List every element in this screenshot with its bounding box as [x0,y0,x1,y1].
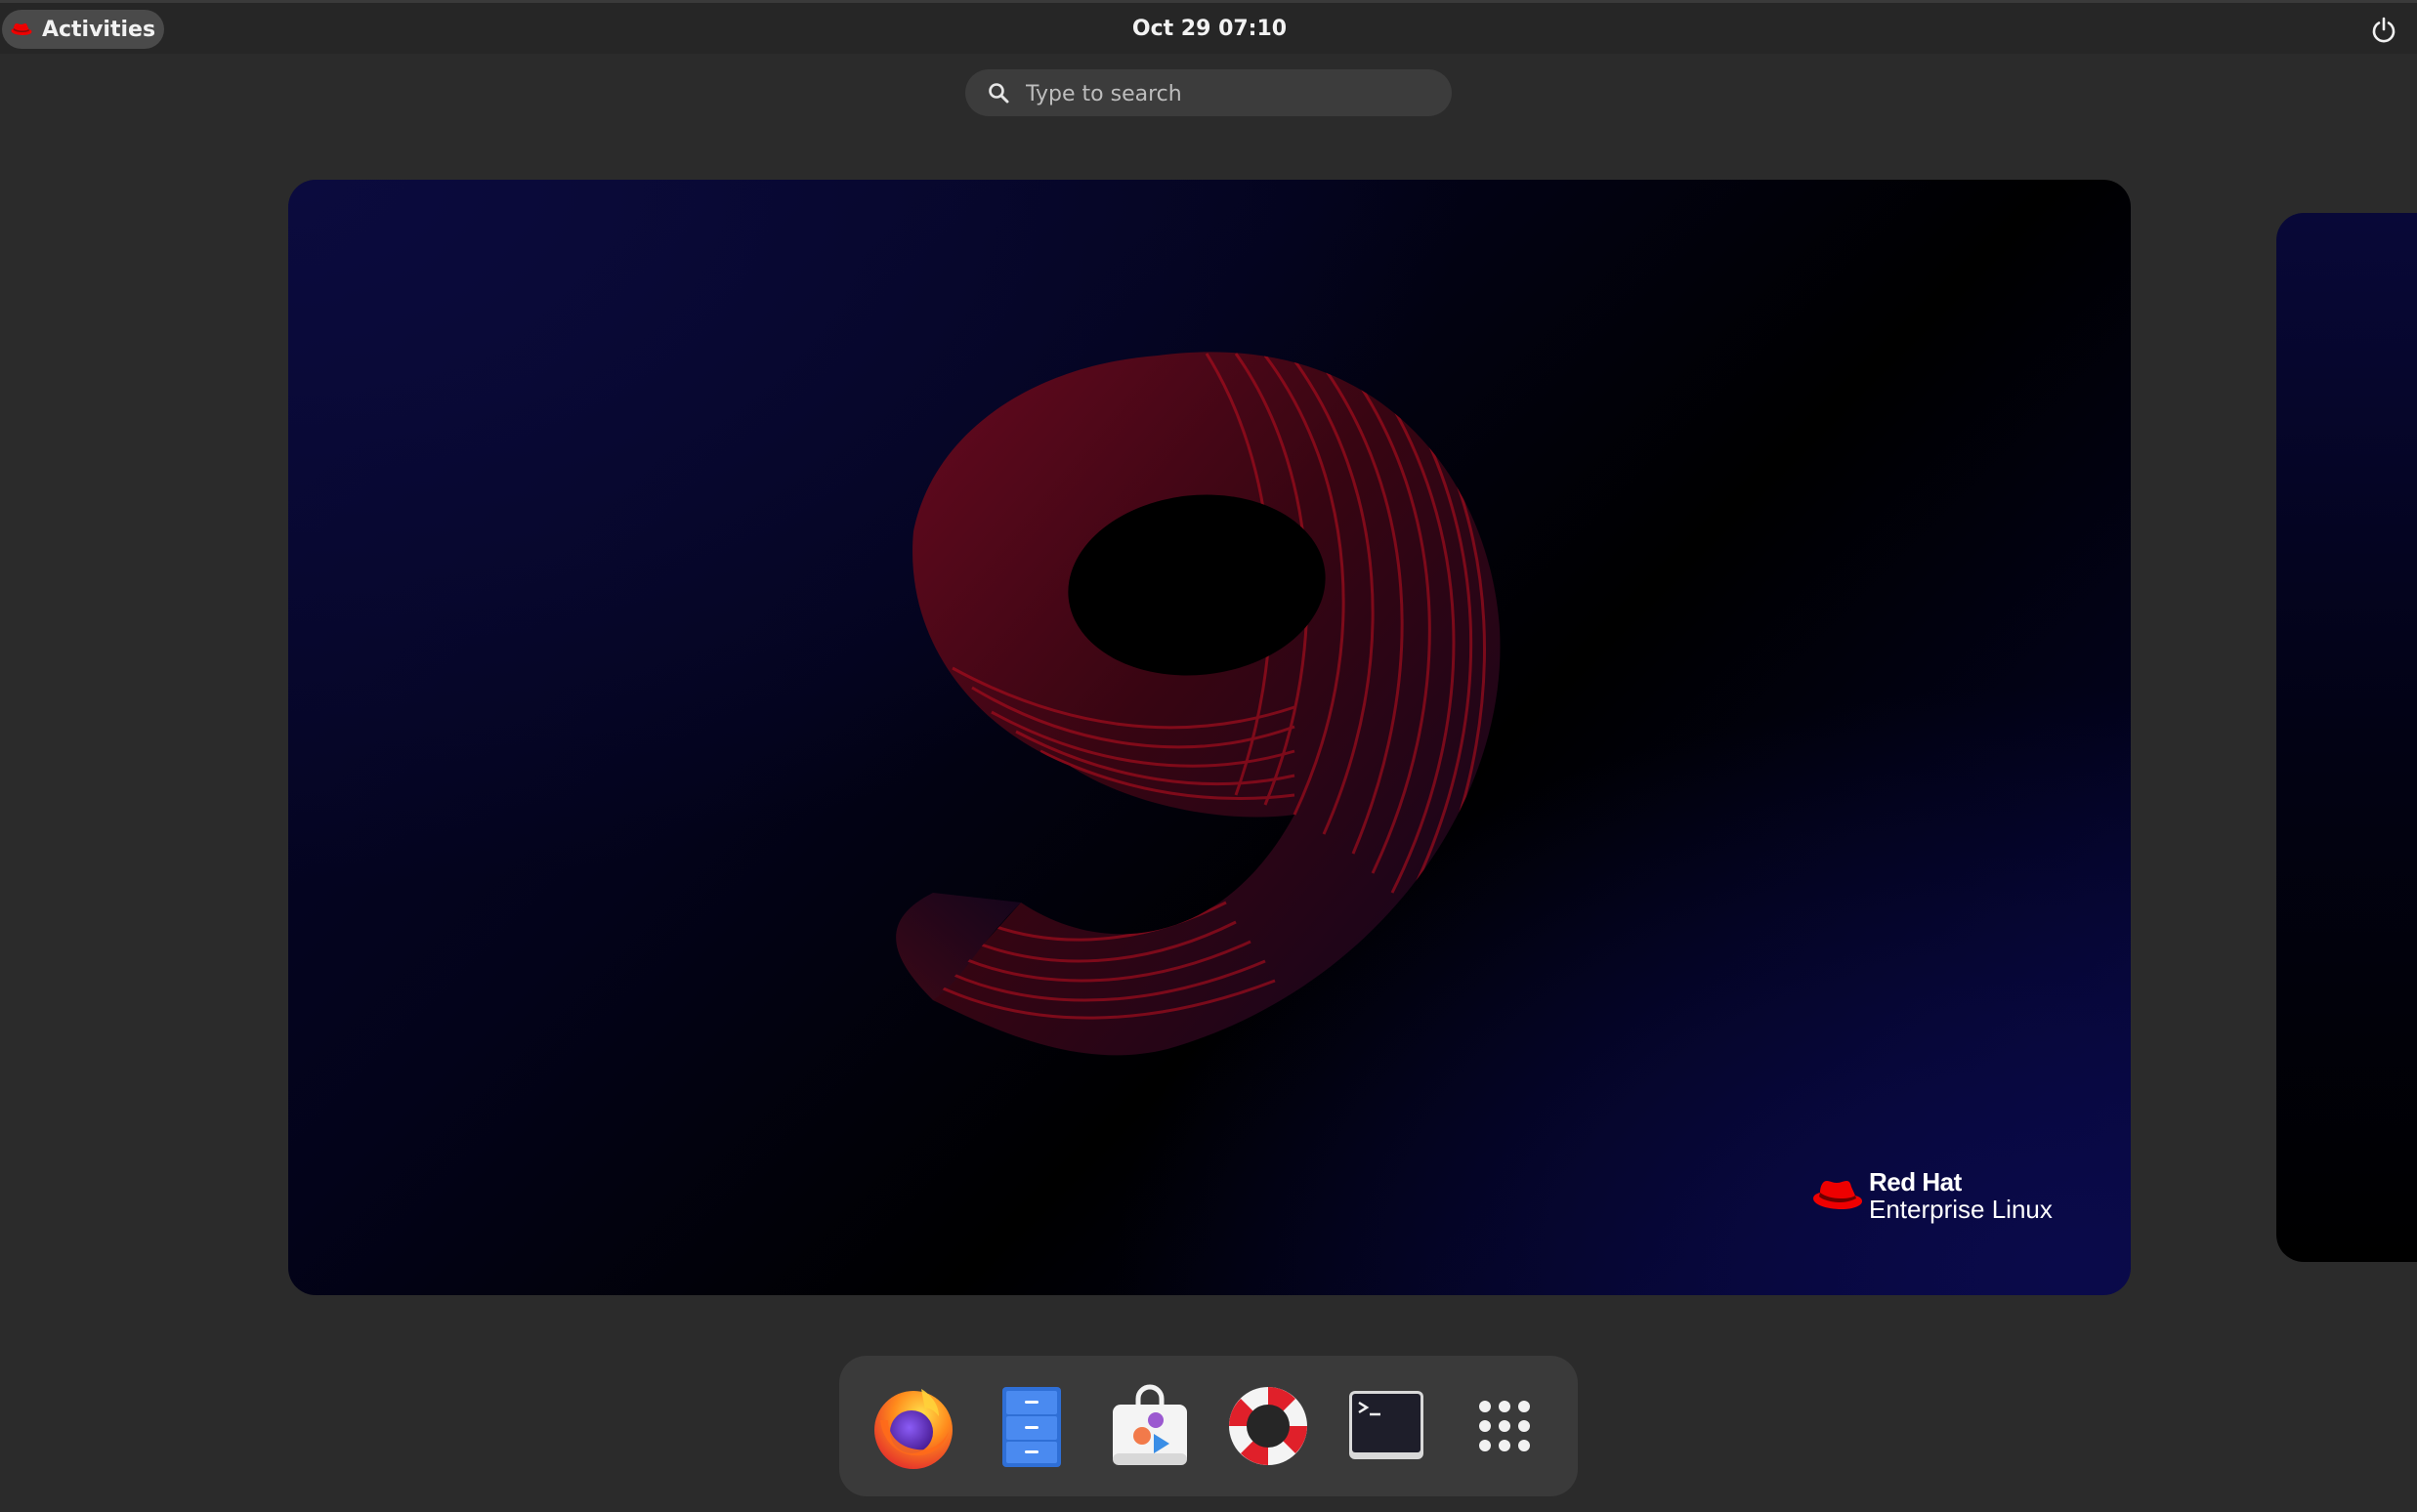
help-icon [1229,1387,1307,1465]
search-icon [989,83,1009,104]
power-icon[interactable] [2368,15,2399,46]
workspace-thumbnail[interactable]: Red Hat Enterprise Linux [288,180,2131,1295]
activities-label: Activities [41,17,156,42]
firefox-icon [874,1389,953,1469]
dock-item-files[interactable] [981,1375,1082,1477]
brand-line-2: Enterprise Linux [1869,1195,2053,1224]
dash-dock [839,1356,1578,1496]
app-grid-icon [1479,1401,1530,1451]
dock-item-terminal[interactable] [1336,1375,1437,1477]
redhat-logo-icon [11,23,32,35]
dock-item-show-apps[interactable] [1454,1375,1555,1477]
search-input[interactable] [1024,77,1438,110]
dock-item-help[interactable] [1217,1375,1319,1477]
software-icon [1113,1384,1187,1465]
terminal-icon [1349,1391,1423,1459]
dock-item-firefox[interactable] [863,1375,964,1477]
redhat-hat-icon [1813,1181,1862,1209]
clock[interactable]: Oct 29 07:10 [1084,14,1335,45]
wallpaper-numeral-nine [896,352,1501,1056]
dock-item-software[interactable] [1099,1375,1201,1477]
files-icon [1002,1387,1061,1467]
redhat-brand-logo: Red Hat Enterprise Linux [1812,1161,2053,1230]
search-box[interactable] [965,69,1452,116]
desktop-overview: Activities Oct 29 07:10 Type to search R… [0,0,2417,1512]
next-workspace-thumbnail[interactable] [2276,213,2417,1262]
top-bar: Activities Oct 29 07:10 [0,0,2417,54]
activities-button[interactable]: Activities [2,10,164,49]
brand-line-1: Red Hat [1869,1167,1962,1197]
